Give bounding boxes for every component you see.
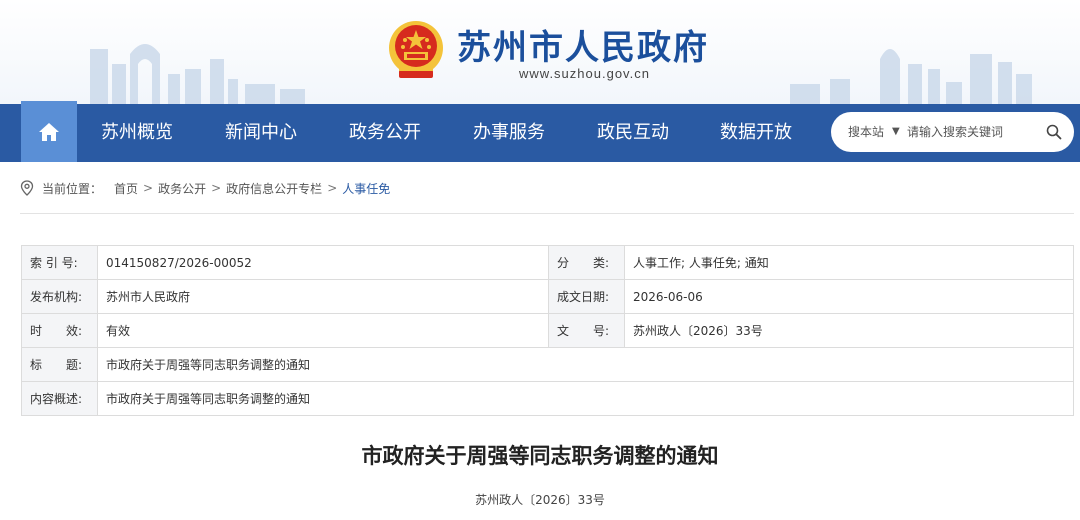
site-header: 苏州市人民政府 www.suzhou.gov.cn xyxy=(0,0,1080,104)
breadcrumb-separator: > xyxy=(143,181,154,195)
index-value: 014150827/2026-00052 xyxy=(97,245,549,280)
main-nav: 苏州概览 新闻中心 政务公开 办事服务 政民互动 数据开放 搜本站 ▼ xyxy=(0,101,1080,162)
nav-item-overview[interactable]: 苏州概览 xyxy=(101,104,173,162)
summary-label: 内容概述: xyxy=(21,381,98,416)
table-row: 标 题: 市政府关于周强等同志职务调整的通知 xyxy=(21,347,1074,382)
search-input[interactable] xyxy=(907,122,1047,142)
nav-item-services[interactable]: 办事服务 xyxy=(473,104,545,162)
breadcrumb-label: 当前位置： xyxy=(42,181,103,196)
category-value: 人事工作; 人事任免; 通知 xyxy=(624,245,1074,280)
title-label: 标 题: xyxy=(21,347,98,382)
date-value: 2026-06-06 xyxy=(624,279,1074,314)
publisher-value: 苏州市人民政府 xyxy=(97,279,549,314)
skyline-left-image xyxy=(90,44,305,104)
nav-item-interaction[interactable]: 政民互动 xyxy=(597,104,669,162)
article-doc-number: 苏州政人〔2026〕33号 xyxy=(475,493,605,507)
table-row: 发布机构: 苏州市人民政府 成文日期: 2026-06-06 xyxy=(21,279,1074,314)
breadcrumb: 当前位置： 首页 > 政务公开 > 政府信息公开专栏 > 人事任免 xyxy=(20,178,390,198)
caret-down-icon[interactable]: ▼ xyxy=(892,112,900,152)
breadcrumb-link-home[interactable]: 首页 xyxy=(114,180,138,197)
nav-item-open-data[interactable]: 数据开放 xyxy=(720,104,792,162)
validity-value: 有效 xyxy=(97,313,549,348)
site-url: www.suzhou.gov.cn xyxy=(519,66,650,81)
docno-label: 文 号: xyxy=(548,313,625,348)
site-brand[interactable]: 苏州市人民政府 www.suzhou.gov.cn xyxy=(385,14,725,94)
nav-item-government-affairs[interactable]: 政务公开 xyxy=(349,104,421,162)
breadcrumb-link-government-affairs[interactable]: 政务公开 xyxy=(158,180,206,197)
breadcrumb-link-personnel[interactable]: 人事任免 xyxy=(342,180,390,197)
home-button[interactable] xyxy=(21,101,77,162)
skyline-right-image xyxy=(790,49,1032,104)
publisher-label: 发布机构: xyxy=(21,279,98,314)
search-box: 搜本站 ▼ xyxy=(831,112,1074,152)
summary-value: 市政府关于周强等同志职务调整的通知 xyxy=(97,381,1074,416)
table-row: 内容概述: 市政府关于周强等同志职务调整的通知 xyxy=(21,381,1074,416)
breadcrumb-separator: > xyxy=(211,181,222,195)
article-title: 市政府关于周强等同志职务调整的通知 xyxy=(361,444,719,468)
table-row: 时 效: 有效 文 号: 苏州政人〔2026〕33号 xyxy=(21,313,1074,348)
search-scope-select[interactable]: 搜本站 xyxy=(848,112,884,152)
national-emblem-icon xyxy=(389,21,443,78)
nav-item-news[interactable]: 新闻中心 xyxy=(225,104,297,162)
location-pin-icon xyxy=(20,180,34,196)
document-info-table: 索 引 号: 014150827/2026-00052 分 类: 人事工作; 人… xyxy=(21,245,1074,416)
title-value: 市政府关于周强等同志职务调整的通知 xyxy=(97,347,1074,382)
breadcrumb-link-info-disclosure[interactable]: 政府信息公开专栏 xyxy=(226,180,322,197)
date-label: 成文日期: xyxy=(548,279,625,314)
breadcrumb-separator: > xyxy=(327,181,338,195)
home-icon xyxy=(39,122,59,141)
site-title: 苏州市人民政府 xyxy=(457,28,709,68)
docno-value: 苏州政人〔2026〕33号 xyxy=(624,313,1074,348)
index-label: 索 引 号: xyxy=(21,245,98,280)
category-label: 分 类: xyxy=(548,245,625,280)
table-row: 索 引 号: 014150827/2026-00052 分 类: 人事工作; 人… xyxy=(21,245,1074,280)
search-icon[interactable] xyxy=(1046,124,1062,140)
divider xyxy=(20,213,1074,214)
validity-label: 时 效: xyxy=(21,313,98,348)
